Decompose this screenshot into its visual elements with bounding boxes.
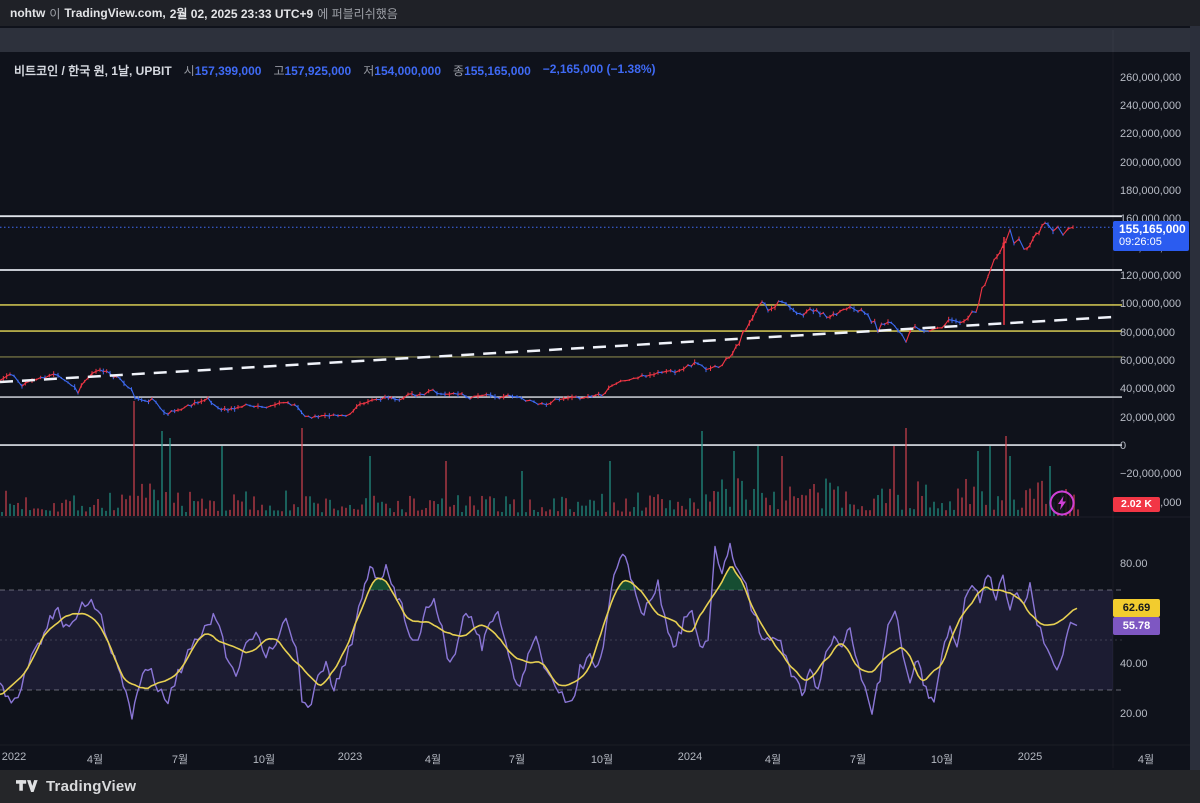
time-axis-label: 4월 xyxy=(751,751,795,767)
tradingview-brand[interactable]: TradingView xyxy=(46,778,136,795)
time-axis-label: 2024 xyxy=(668,751,712,763)
bar-countdown: 09:26:05 xyxy=(1119,236,1189,249)
ohlc-low: 저154,000,000 xyxy=(363,62,441,79)
rsi-axis-label: 80.00 xyxy=(1120,558,1148,570)
tradingview-snapshot: nohtw 이 TradingView.com, 2월 02, 2025 23:… xyxy=(0,0,1200,803)
time-axis-label: 10월 xyxy=(920,751,964,767)
price-axis-label: 60,000,000 xyxy=(1120,355,1175,367)
time-axis-label: 2023 xyxy=(328,751,372,763)
last-price-value: 155,165,000 xyxy=(1119,223,1189,236)
publish-date: 2월 02, 2025 23:33 UTC+9 xyxy=(170,5,313,22)
chart-canvas[interactable] xyxy=(0,0,1200,803)
boost-lightning-icon[interactable] xyxy=(1048,489,1076,517)
price-axis-label: 180,000,000 xyxy=(1120,185,1181,197)
price-axis-label: −20,000,000 xyxy=(1120,468,1181,480)
time-axis-label: 7월 xyxy=(836,751,880,767)
volume-value-badge: 2.02 K xyxy=(1113,497,1160,512)
rsi-axis-label: 40.00 xyxy=(1120,658,1148,670)
rsi-axis-label: 20.00 xyxy=(1120,708,1148,720)
time-axis-label: 2022 xyxy=(0,751,36,763)
publish-bar: nohtw 이 TradingView.com, 2월 02, 2025 23:… xyxy=(0,0,1200,26)
publish-suffix: 에 퍼블리쉬했음 xyxy=(317,5,398,22)
time-axis-label: 7월 xyxy=(158,751,202,767)
footer-bar: TradingView xyxy=(0,770,1200,803)
price-axis-label: 20,000,000 xyxy=(1120,412,1175,424)
symbol-legend: 비트코인 / 한국 원, 1날, UPBIT 시157,399,000 고157… xyxy=(14,62,656,79)
time-axis-label: 2025 xyxy=(1008,751,1052,763)
price-axis-label: 100,000,000 xyxy=(1120,298,1181,310)
price-axis-label: 0 xyxy=(1120,440,1126,452)
publisher-username: nohtw xyxy=(10,6,45,20)
rsi-ma-value-badge: 62.69 xyxy=(1113,599,1160,617)
ohlc-close: 종155,165,000 xyxy=(453,62,531,79)
price-axis-label: 220,000,000 xyxy=(1120,128,1181,140)
price-axis-label: 200,000,000 xyxy=(1120,157,1181,169)
price-axis-label: 240,000,000 xyxy=(1120,100,1181,112)
price-axis-label: 80,000,000 xyxy=(1120,327,1175,339)
right-edge-strip xyxy=(1190,26,1200,770)
ohlc-high: 고157,925,000 xyxy=(273,62,351,79)
tradingview-logo-icon[interactable] xyxy=(16,779,38,794)
time-axis-label: 4월 xyxy=(1124,751,1168,767)
price-axis-label: 260,000,000 xyxy=(1120,72,1181,84)
symbol-title: 비트코인 / 한국 원, 1날, UPBIT xyxy=(14,62,172,79)
rsi-value-badge: 55.78 xyxy=(1113,617,1160,635)
change-value: −2,165,000 (−1.38%) xyxy=(543,62,656,79)
price-axis-label: 120,000,000 xyxy=(1120,270,1181,282)
time-axis-label: 4월 xyxy=(73,751,117,767)
time-axis-label: 7월 xyxy=(495,751,539,767)
price-axis-label: 40,000,000 xyxy=(1120,383,1175,395)
ohlc-open: 시157,399,000 xyxy=(184,62,262,79)
publish-source: TradingView.com, xyxy=(64,6,165,20)
last-price-badge: 155,165,000 09:26:05 xyxy=(1113,221,1189,251)
publish-particle: 이 xyxy=(49,5,60,22)
time-axis-label: 10월 xyxy=(580,751,624,767)
time-axis-label: 10월 xyxy=(242,751,286,767)
time-axis-label: 4월 xyxy=(411,751,455,767)
